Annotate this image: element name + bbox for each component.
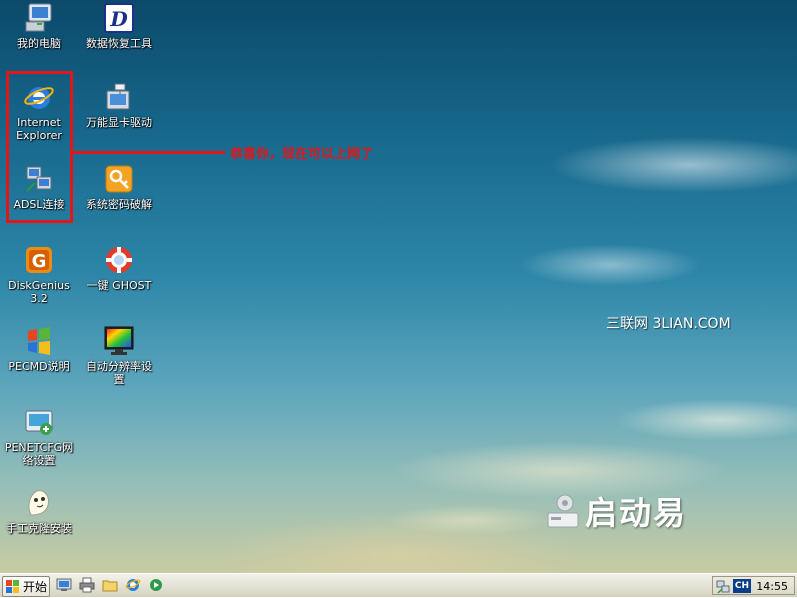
system-tray: CH 14:55: [712, 576, 795, 595]
desktop-icon-clone-install[interactable]: 手工克隆安装: [0, 487, 78, 535]
svg-text:G: G: [32, 251, 47, 272]
start-label: 开始: [23, 580, 48, 594]
network-config-icon: [23, 406, 55, 438]
desktop-icon-password-crack[interactable]: 系统密码破解: [80, 163, 158, 211]
resolution-icon: [103, 325, 135, 357]
start-button[interactable]: 开始: [2, 576, 50, 597]
pecmd-icon: [23, 325, 55, 357]
gear-drive-icon: [545, 491, 581, 531]
clone-install-icon: [23, 487, 55, 519]
folder-icon[interactable]: [102, 577, 118, 593]
network-tray-icon[interactable]: [716, 579, 730, 598]
language-indicator[interactable]: CH: [733, 579, 751, 593]
clock: 14:55: [756, 580, 788, 593]
brand-logo: 启动易: [545, 488, 687, 534]
printer-icon[interactable]: [79, 577, 95, 593]
windows-flag-icon: [6, 579, 20, 594]
desktop-icon-label: 系统密码破解: [86, 198, 152, 211]
desktop-icon-label: 万能显卡驱动: [86, 116, 152, 129]
desktop-icon-my-computer[interactable]: 我的电脑: [0, 2, 78, 50]
watermark-text: 三联网 3LIAN.COM: [606, 316, 731, 332]
desktop-icon-display-driver[interactable]: 万能显卡驱动: [80, 81, 158, 129]
desktop-icon-label: PENETCFG网络设置: [4, 441, 74, 467]
desktop-icon-diskgenius[interactable]: G DiskGenius 3.2: [0, 244, 78, 305]
desktop-icon[interactable]: [56, 577, 72, 593]
internet-explorer-icon[interactable]: [125, 577, 141, 593]
desktop-icon-label: 数据恢复工具: [86, 37, 152, 50]
desktop-icon-label: DiskGenius 3.2: [8, 279, 70, 305]
media-icon[interactable]: [148, 577, 164, 593]
password-crack-icon: [103, 163, 135, 195]
callout-line: [73, 151, 225, 154]
my-computer-icon: [23, 2, 55, 34]
desktop-icon-label: 我的电脑: [17, 37, 61, 50]
desktop: 我的电脑 Internet Explorer ADSL连接 G DiskGeni…: [0, 0, 797, 573]
ghost-icon: [103, 244, 135, 276]
svg-text:D: D: [109, 7, 128, 31]
display-driver-icon: [103, 81, 135, 113]
desktop-icon-label: 手工克隆安装: [6, 522, 72, 535]
taskbar: 开始 CH 14:55: [0, 573, 797, 597]
desktop-icon-ghost[interactable]: 一键 GHOST: [80, 244, 158, 292]
desktop-icon-label: PECMD说明: [8, 360, 70, 373]
desktop-icon-label: 一键 GHOST: [86, 279, 152, 292]
callout-text: 恭喜你，现在可以上网了: [230, 147, 374, 162]
desktop-icon-label: 自动分辨率设置: [86, 360, 152, 386]
desktop-icon-pecmd[interactable]: PECMD说明: [0, 325, 78, 373]
diskgenius-icon: G: [23, 244, 55, 276]
desktop-icon-data-recovery[interactable]: D 数据恢复工具: [80, 2, 158, 50]
highlight-box: [6, 71, 73, 223]
desktop-icon-resolution[interactable]: 自动分辨率设置: [80, 325, 158, 386]
brand-text: 启动易: [585, 494, 688, 532]
desktop-icon-penetcfg[interactable]: PENETCFG网络设置: [0, 406, 78, 467]
data-recovery-icon: D: [103, 2, 135, 34]
